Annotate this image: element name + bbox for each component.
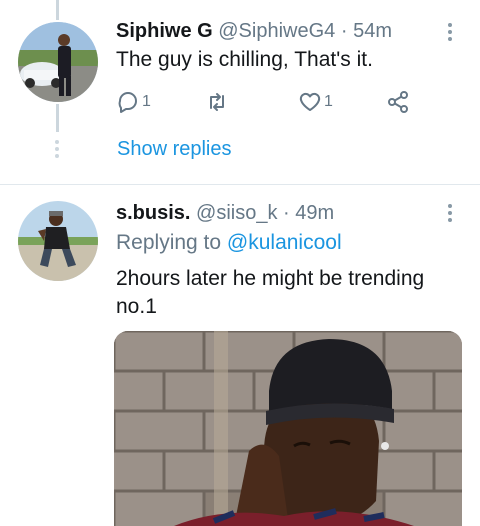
- thread-line-top: [56, 0, 59, 20]
- retweet-button[interactable]: [205, 90, 231, 114]
- timestamp[interactable]: 49m: [295, 202, 334, 224]
- tweet-divider: [0, 184, 480, 185]
- avatar[interactable]: [18, 201, 98, 281]
- show-replies-link[interactable]: Show replies: [117, 138, 232, 161]
- like-count: 1: [324, 93, 333, 110]
- timestamp[interactable]: 54m: [353, 20, 392, 42]
- display-name[interactable]: Siphiwe G: [116, 20, 213, 42]
- tweet-text-line: 2hours later he might be trending: [116, 267, 425, 290]
- reply-button[interactable]: 1: [116, 90, 151, 114]
- reply-count: 1: [142, 93, 151, 110]
- like-button[interactable]: 1: [298, 90, 333, 114]
- more-icon[interactable]: [446, 204, 454, 225]
- tweet-text: The guy is chilling, That's it.: [116, 48, 373, 71]
- tweet-image[interactable]: [114, 331, 462, 526]
- like-icon: [299, 92, 321, 111]
- avatar[interactable]: [18, 22, 98, 102]
- retweet-icon: [210, 93, 224, 111]
- tweet-header: Siphiwe G @SiphiweG4 · 54m: [116, 19, 392, 43]
- tweet-header: s.busis. @siiso_k · 49m: [116, 201, 334, 225]
- tweet-text: 2hours later he might be trending no.1: [116, 265, 456, 321]
- share-button[interactable]: [386, 90, 410, 114]
- tweet-actions: 1 1: [116, 90, 416, 118]
- share-icon: [388, 91, 408, 113]
- mention-link[interactable]: @kulanicool: [227, 231, 342, 254]
- thread-line: [56, 104, 59, 132]
- replying-to-label: Replying to: [116, 231, 222, 254]
- separator: ·: [283, 202, 290, 224]
- reply-icon: [118, 92, 137, 113]
- user-handle[interactable]: @siiso_k: [196, 202, 277, 224]
- separator: ·: [340, 20, 348, 42]
- thread-dots: [55, 140, 60, 161]
- tweet-siphiwe[interactable]: Siphiwe G @SiphiweG4 · 54m The guy is ch…: [0, 0, 480, 184]
- display-name[interactable]: s.busis.: [116, 202, 190, 224]
- tweet-text-line: no.1: [116, 295, 157, 318]
- user-handle[interactable]: @SiphiweG4: [218, 20, 335, 42]
- more-icon[interactable]: [446, 23, 454, 44]
- replying-to: Replying to @kulanicool: [116, 229, 342, 257]
